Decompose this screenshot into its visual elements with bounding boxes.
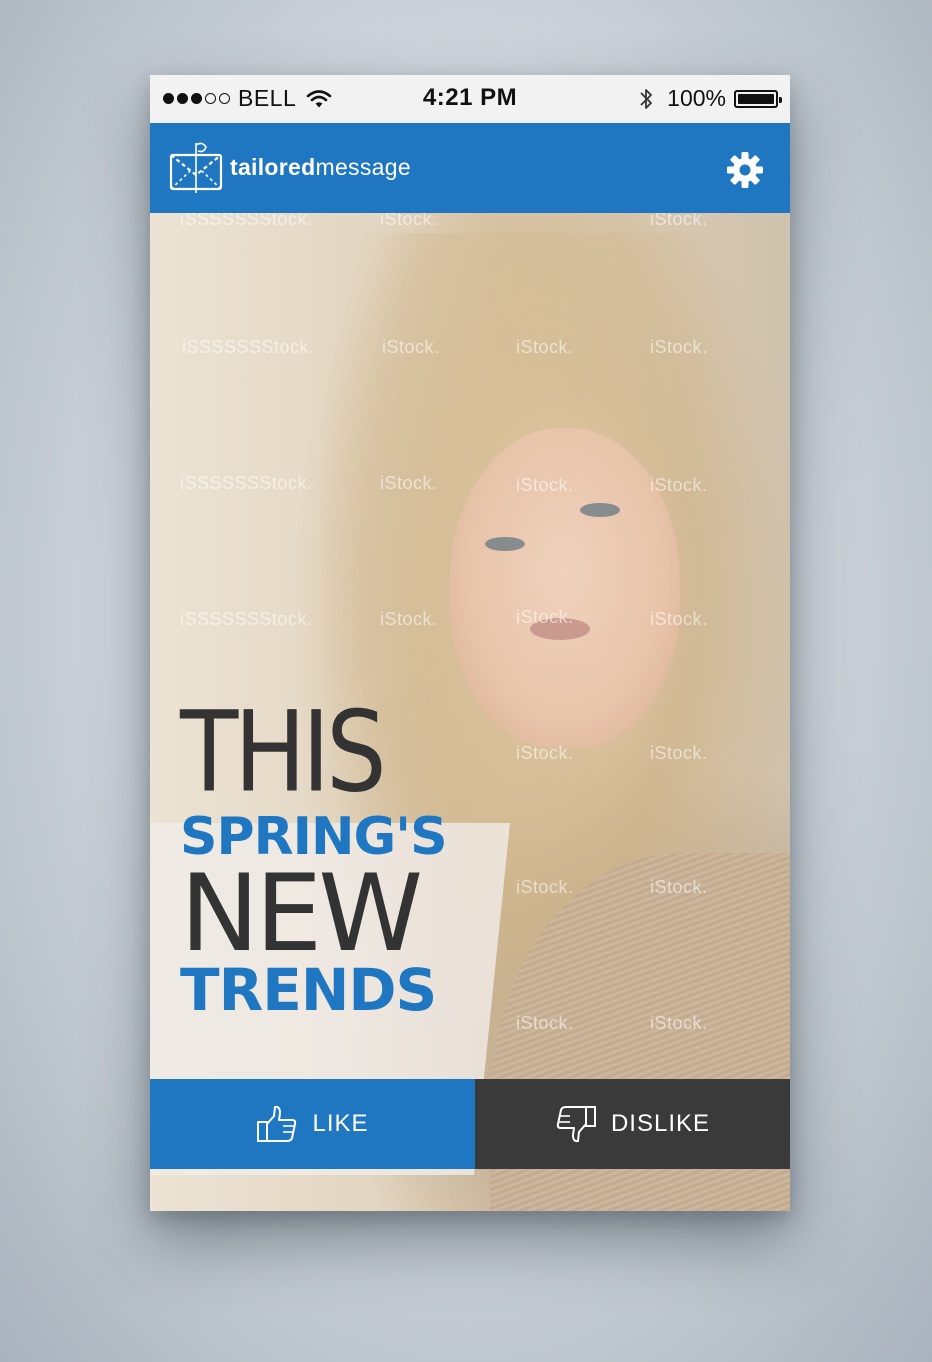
bluetooth-icon: [640, 88, 653, 109]
watermark: iSSSSSSStock.: [180, 213, 313, 229]
watermark: iSSSSSSStock.: [180, 609, 313, 629]
watermark: iStock.: [650, 213, 708, 229]
status-right: 100%: [639, 85, 782, 112]
brand-name-regular: message: [315, 153, 411, 180]
headline-line-1: THIS: [180, 687, 387, 817]
watermark: iStock.: [650, 1013, 708, 1033]
phone-screen: BELL 4:21 PM 100% tailoredmessage iSSSSS…: [150, 75, 790, 1211]
watermark: iStock.: [516, 1013, 574, 1033]
app-header: tailoredmessage: [150, 123, 790, 213]
gear-icon[interactable]: [726, 151, 764, 189]
battery-icon: [734, 89, 782, 108]
battery-cap: [779, 96, 782, 103]
headline-line-3: NEW: [180, 852, 423, 975]
thumbs-up-icon: [257, 1105, 297, 1142]
hero-eye: [485, 537, 525, 551]
feedback-bar: LIKE DISLIKE: [150, 1079, 790, 1169]
watermark: iStock.: [650, 609, 708, 629]
envelope-logo-icon: [169, 142, 223, 193]
watermark: iStock.: [516, 337, 574, 357]
watermark: iStock.: [650, 475, 708, 495]
watermark: iStock.: [382, 337, 440, 357]
dislike-button[interactable]: DISLIKE: [475, 1079, 790, 1169]
like-button[interactable]: LIKE: [150, 1079, 475, 1169]
battery-percent: 100%: [667, 85, 726, 111]
watermark: iStock.: [516, 743, 574, 763]
brand-logo[interactable]: tailoredmessage: [168, 139, 411, 195]
watermark: iStock.: [380, 473, 438, 493]
watermark: iStock.: [380, 609, 438, 629]
headline-line-4: TRENDS: [180, 956, 437, 1024]
status-bar: BELL 4:21 PM 100%: [150, 75, 790, 123]
dislike-label: DISLIKE: [610, 1110, 711, 1137]
watermark: iStock.: [516, 607, 574, 627]
watermark: iStock.: [650, 743, 708, 763]
watermark: iStock.: [650, 337, 708, 357]
battery-fill: [738, 93, 774, 104]
watermark: iStock.: [516, 877, 574, 897]
brand-name-bold: tailored: [230, 153, 316, 180]
watermark: iStock.: [650, 877, 708, 897]
like-label: LIKE: [312, 1110, 369, 1137]
watermark: iSSSSSSStock.: [182, 337, 315, 357]
thumbs-down-icon: [556, 1106, 596, 1143]
brand-name: tailoredmessage: [230, 154, 411, 181]
watermark: iStock.: [516, 475, 574, 495]
watermark: iSSSSSSStock.: [180, 473, 313, 493]
hero-eye: [580, 503, 620, 517]
watermark: iStock.: [380, 213, 438, 229]
